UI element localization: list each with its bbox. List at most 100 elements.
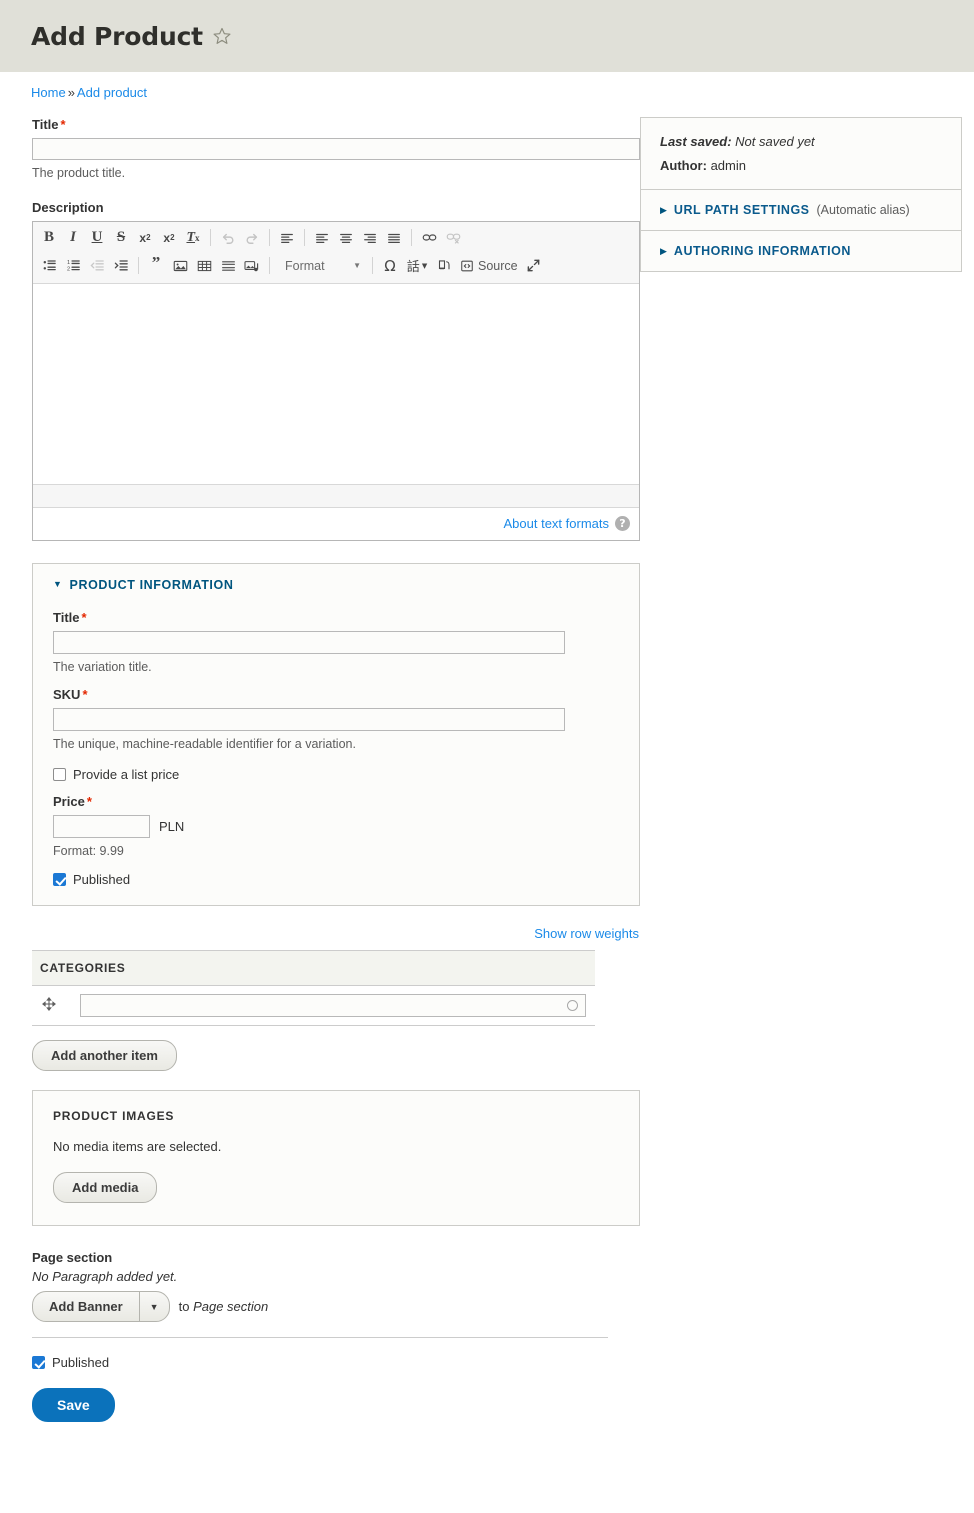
outdent-icon[interactable] <box>86 255 108 277</box>
page-layout: Title * The product title. Description B … <box>0 100 974 1422</box>
variation-title-input[interactable] <box>53 630 565 654</box>
toolbar-separator <box>304 229 305 246</box>
sku-description: The unique, machine-readable identifier … <box>53 737 356 751</box>
variation-published-row[interactable]: Published <box>53 872 619 887</box>
page-section-empty-text: No Paragraph added yet. <box>32 1269 178 1284</box>
about-text-formats-link[interactable]: About text formats <box>504 516 610 531</box>
triangle-right-icon: ▶ <box>660 204 667 215</box>
unlink-icon[interactable] <box>442 227 464 249</box>
list-price-checkbox-row[interactable]: Provide a list price <box>53 767 619 782</box>
variation-title-label: Title * <box>53 610 619 625</box>
save-button[interactable]: Save <box>32 1388 115 1422</box>
subscript-icon[interactable]: x2 <box>158 227 180 249</box>
breadcrumb-current-link[interactable]: Add product <box>77 85 147 100</box>
special-character-icon[interactable]: Ω <box>379 255 401 277</box>
ckeditor-editable-area[interactable] <box>33 283 639 484</box>
table-icon[interactable] <box>193 255 215 277</box>
sidebar-item-url-path-settings[interactable]: ▶ URL path settings (Automatic alias) <box>641 189 961 230</box>
indent-icon[interactable] <box>110 255 132 277</box>
product-information-summary[interactable]: ▼ Product information <box>53 578 619 592</box>
align-left-2-icon[interactable] <box>311 227 333 249</box>
product-information-fieldset: ▼ Product information Title * The variati… <box>32 562 640 906</box>
list-price-checkbox[interactable] <box>53 767 66 781</box>
help-icon[interactable]: ? <box>615 516 630 531</box>
product-images-empty-text: No media items are selected. <box>53 1139 222 1154</box>
chevron-down-icon[interactable]: ▼ <box>138 1292 169 1321</box>
categories-table: Categories <box>32 950 595 1026</box>
anchor-icon[interactable] <box>433 255 455 277</box>
breadcrumb-home-link[interactable]: Home <box>31 85 66 100</box>
undo-icon[interactable] <box>217 227 239 249</box>
sku-required-marker: * <box>82 687 88 702</box>
media-embed-icon[interactable] <box>241 255 263 277</box>
breadcrumb: Home» Add product <box>0 72 974 100</box>
price-required-marker: * <box>86 793 92 809</box>
variation-published-checkbox[interactable] <box>53 873 66 886</box>
variation-published-label: Published <box>73 872 131 887</box>
title-field-group: Title * The product title. <box>32 117 640 183</box>
remove-format-icon[interactable]: Tx <box>182 227 204 249</box>
align-right-icon[interactable] <box>359 227 381 249</box>
category-input-cell <box>72 985 595 1026</box>
url-path-settings-label: URL path settings <box>673 203 810 217</box>
breadcrumb-separator: » <box>67 85 75 100</box>
source-button-label: Source <box>478 258 518 273</box>
align-center-icon[interactable] <box>335 227 357 249</box>
add-media-button[interactable]: Add media <box>53 1172 158 1203</box>
align-justify-icon[interactable] <box>383 227 405 249</box>
italic-icon[interactable]: I <box>62 227 84 249</box>
price-group: Price * PLN Format: 9.99 <box>53 794 619 861</box>
authoring-information-label: Authoring information <box>673 244 851 258</box>
superscript-icon[interactable]: x2 <box>134 227 156 249</box>
bold-icon[interactable]: B <box>38 227 60 249</box>
toolbar-separator <box>411 229 412 246</box>
redo-icon[interactable] <box>241 227 263 249</box>
last-saved-label: Last saved: <box>660 134 732 149</box>
numbered-list-icon[interactable]: 12 <box>62 255 84 277</box>
toolbar-separator <box>269 229 270 246</box>
maximize-icon[interactable] <box>523 255 545 277</box>
show-row-weights-wrapper: Show row weights <box>32 926 640 941</box>
text-format-footer: About text formats ? <box>33 507 639 540</box>
align-left-icon[interactable] <box>276 227 298 249</box>
sku-label: SKU * <box>53 687 619 702</box>
add-another-item-button[interactable]: Add another item <box>32 1040 177 1071</box>
chevron-down-icon: ▼ <box>353 261 361 270</box>
source-button[interactable]: Source <box>456 255 522 277</box>
link-icon[interactable] <box>418 227 440 249</box>
format-dropdown[interactable]: Format ▼ <box>277 255 365 277</box>
category-autocomplete-wrapper <box>80 994 586 1017</box>
sidebar-item-authoring-information[interactable]: ▶ Authoring information <box>641 230 961 271</box>
save-row: Save <box>32 1388 640 1422</box>
underline-icon[interactable]: U <box>86 227 108 249</box>
add-banner-button[interactable]: Add Banner <box>33 1292 139 1321</box>
blockquote-icon[interactable]: ” <box>145 254 167 277</box>
language-icon[interactable]: 話 ▼ <box>403 255 431 277</box>
strikethrough-icon[interactable]: S <box>110 227 132 249</box>
page-section-suffix: to Page section <box>179 1299 269 1314</box>
published-row[interactable]: Published <box>32 1355 640 1370</box>
sku-input[interactable] <box>53 708 565 731</box>
url-path-settings-extra: (Automatic alias) <box>816 203 910 217</box>
list-price-checkbox-label: Provide a list price <box>73 766 180 782</box>
bulleted-list-icon[interactable] <box>38 255 60 277</box>
published-checkbox[interactable] <box>32 1356 45 1369</box>
svg-text:1: 1 <box>66 260 69 266</box>
add-banner-dropbutton[interactable]: Add Banner ▼ <box>32 1291 170 1322</box>
sku-group: SKU * The unique, machine-readable identi… <box>53 687 619 754</box>
ckeditor-toolbar-row-2: 12 ” Format ▼ Ω 話 ▼ Source <box>37 252 635 280</box>
price-input[interactable] <box>53 814 150 838</box>
title-input[interactable] <box>32 138 640 160</box>
drag-handle-icon[interactable] <box>40 996 58 1015</box>
page-header: Add Product <box>0 0 974 72</box>
show-row-weights-link[interactable]: Show row weights <box>534 926 639 941</box>
product-information-summary-label: Product information <box>69 577 234 592</box>
image-icon[interactable] <box>169 255 191 277</box>
sku-label-text: SKU <box>53 687 81 702</box>
ckeditor-elements-path <box>33 483 639 508</box>
star-outline-icon[interactable] <box>212 26 232 46</box>
category-autocomplete-input[interactable] <box>80 994 586 1017</box>
horizontal-rule-icon[interactable] <box>217 255 239 277</box>
ckeditor-toolbar: B I U S x2 x2 Tx 1 2 ” Format ▼ Ω 話 ▼ So… <box>33 221 639 284</box>
last-saved-value: Not saved yet <box>735 134 815 149</box>
